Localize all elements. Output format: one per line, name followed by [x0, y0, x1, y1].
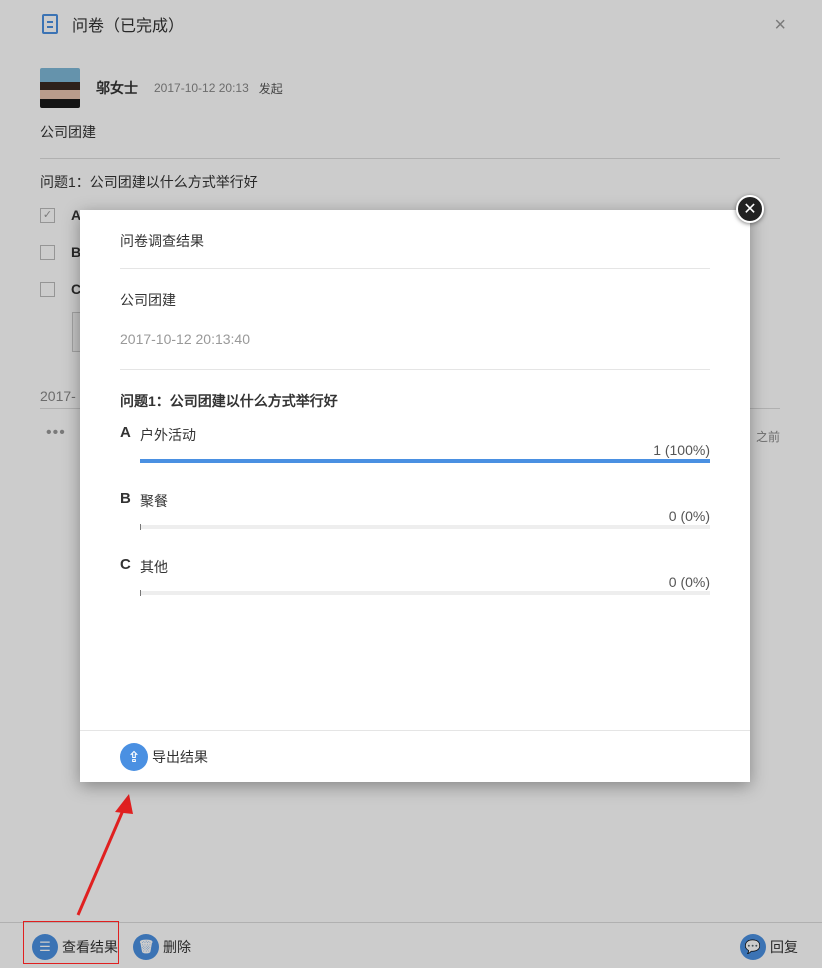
result-label: 聚餐 [140, 493, 168, 509]
result-count: 0 (0%) [668, 508, 710, 524]
annotation-arrow-line [76, 807, 126, 916]
result-letter: A [120, 424, 131, 441]
export-results-button[interactable]: ⇪ 导出结果 [120, 743, 208, 771]
divider [120, 369, 710, 370]
result-letter: B [120, 490, 131, 507]
modal-heading: 问卷调查结果 [120, 233, 204, 249]
result-bar-track [140, 590, 710, 596]
result-letter: C [120, 556, 131, 573]
result-bar-fill [140, 590, 141, 596]
result-bar-fill [140, 459, 710, 463]
annotation-arrow-head [115, 794, 133, 814]
result-count: 1 (100%) [653, 442, 710, 458]
modal-question: 问题1：公司团建以什么方式举行好 [120, 393, 338, 409]
result-label: 户外活动 [140, 427, 196, 443]
modal-survey-title: 公司团建 [120, 292, 176, 308]
result-count: 0 (0%) [668, 574, 710, 590]
result-bar-track [140, 524, 710, 530]
results-modal: 问卷调查结果 公司团建 2017-10-12 20:13:40 问题1：公司团建… [80, 210, 750, 782]
modal-close-icon[interactable]: ✕ [736, 195, 764, 223]
divider [120, 268, 710, 269]
modal-footer: ⇪ 导出结果 [80, 730, 750, 782]
result-bar-fill [140, 524, 141, 530]
result-bar-track [140, 459, 710, 463]
modal-timestamp: 2017-10-12 20:13:40 [120, 331, 250, 347]
result-label: 其他 [140, 559, 168, 575]
export-icon: ⇪ [120, 743, 148, 771]
export-label: 导出结果 [152, 749, 208, 765]
